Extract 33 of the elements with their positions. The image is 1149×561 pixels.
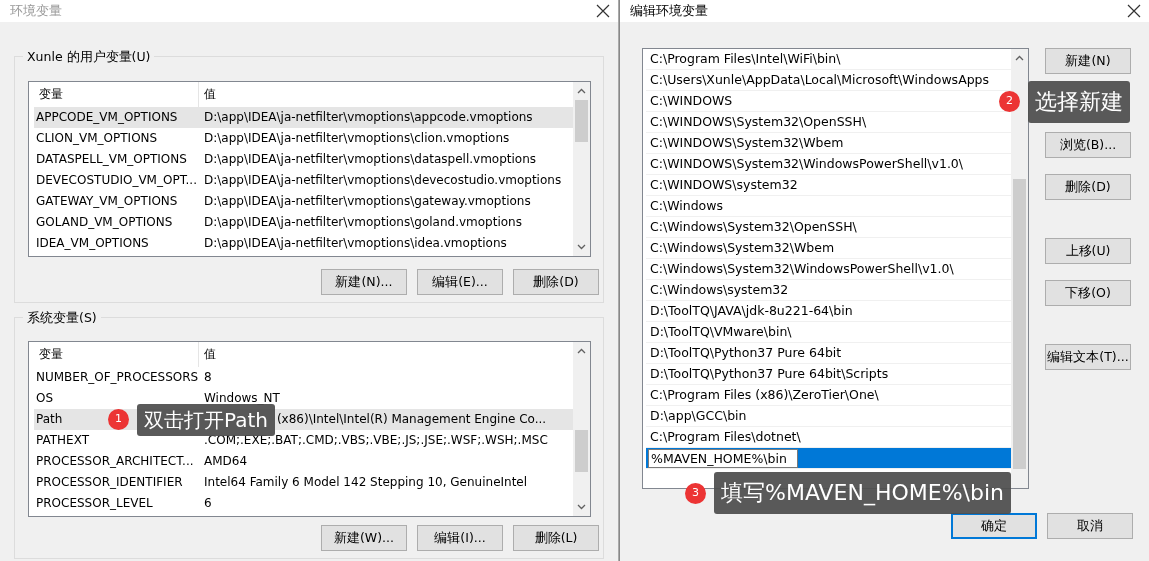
variable-name: PROCESSOR_LEVEL [36, 495, 153, 512]
window-title: 编辑环境变量 [630, 2, 708, 21]
variable-name: NUMBER_OF_PROCESSORS [36, 369, 199, 386]
variable-name: DATASPELL_VM_OPTIONS [36, 151, 187, 168]
variable-value: (x86)\Intel\Intel(R) Management Engine Co... [276, 411, 547, 428]
variable-name: Path [36, 411, 63, 428]
variable-value: D:\app\IDEA\ja-netfilter\vmoptions\devecostudio.vmoptions [204, 172, 562, 189]
group-label: 系统变量(S) [23, 309, 101, 326]
variable-name: APPCODE_VM_OPTIONS [36, 109, 178, 126]
variable-value: D:\app\IDEA\ja-netfilter\vmoptions\gateway.vmoptions [204, 193, 531, 210]
annotation-tooltip: 1 双击打开Path [108, 403, 275, 436]
variable-value: 8 [204, 369, 212, 386]
variable-name: PATHEXT [36, 432, 90, 449]
window-title: 环境变量 [10, 2, 62, 21]
variable-name: IDEA_VM_OPTIONS [36, 235, 149, 252]
variable-name: GATEWAY_VM_OPTIONS [36, 193, 178, 210]
annotation-tooltip: 2 选择新建 [999, 80, 1130, 123]
variable-value: AMD64 [204, 453, 248, 470]
group-label: Xunle 的用户变量(U) [23, 48, 155, 65]
variable-value: Intel64 Family 6 Model 142 Stepping 10, GenuineIntel [204, 474, 528, 491]
variable-value: D:\app\IDEA\ja-netfilter\vmoptions\goland.vmoptions [204, 214, 522, 231]
variable-value: D:\app\IDEA\ja-netfilter\vmoptions\dataspell.vmoptions [204, 151, 537, 168]
variable-name: PROCESSOR_IDENTIFIER [36, 474, 183, 491]
variable-name: OS [36, 390, 54, 407]
variable-name: CLION_VM_OPTIONS [36, 130, 158, 147]
variable-name: GOLAND_VM_OPTIONS [36, 214, 173, 231]
variable-value: D:\app\IDEA\ja-netfilter\vmoptions\idea.vmoptions [204, 235, 507, 252]
variable-value: D:\app\IDEA\ja-netfilter\vmoptions\clion.vmoptions [204, 130, 510, 147]
variable-value: 6 [204, 495, 212, 512]
variable-value: D:\app\IDEA\ja-netfilter\vmoptions\appcode.vmoptions [204, 109, 533, 126]
variable-name: PROCESSOR_ARCHITECT... [36, 453, 194, 470]
variable-name: DEVECOSTUDIO_VM_OPT... [36, 172, 197, 189]
annotation-tooltip: 3 填写%MAVEN_HOME%\bin [685, 472, 1011, 514]
